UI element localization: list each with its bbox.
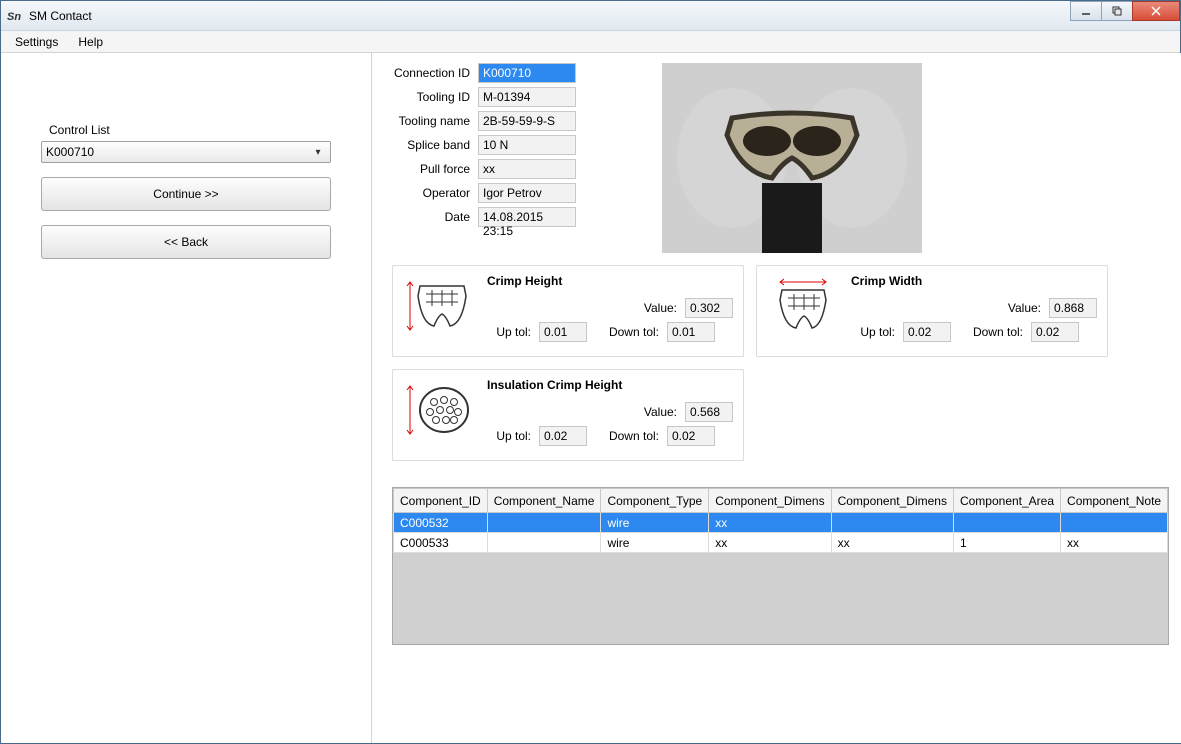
window-controls xyxy=(1071,1,1180,21)
cell-type[interactable]: wire xyxy=(601,513,709,533)
cw-uptol-field[interactable]: 0.02 xyxy=(903,322,951,342)
info-fields: Connection IDK000710 Tooling IDM-01394 T… xyxy=(392,63,592,231)
control-list-dropdown[interactable]: K000710 ▾ xyxy=(41,141,331,163)
cell-area[interactable]: 1 xyxy=(953,533,1060,553)
tooling-id-label: Tooling ID xyxy=(392,90,478,104)
ch-uptol-field[interactable]: 0.01 xyxy=(539,322,587,342)
crimp-width-panel: Crimp Width Value: 0.868 Up tol: 0.02 Do xyxy=(756,265,1108,357)
right-panel: Connection IDK000710 Tooling IDM-01394 T… xyxy=(372,53,1181,743)
th-component-dim1[interactable]: Component_Dimens xyxy=(709,489,831,513)
measurement-panels: Crimp Height Value: 0.302 Up tol: 0.01 D xyxy=(392,265,1169,461)
crimp-photo xyxy=(662,63,922,253)
connection-id-label: Connection ID xyxy=(392,66,478,80)
control-list-value: K000710 xyxy=(46,145,310,159)
minimize-button[interactable] xyxy=(1070,1,1102,21)
connection-id-field[interactable]: K000710 xyxy=(478,63,576,83)
cell-id[interactable]: C000532 xyxy=(394,513,488,533)
table-row[interactable]: C000532 wire xx xyxy=(394,513,1168,533)
crimp-height-icon xyxy=(403,274,475,338)
ich-value-field[interactable]: 0.568 xyxy=(685,402,733,422)
cell-note[interactable]: xx xyxy=(1061,533,1168,553)
cell-d2[interactable] xyxy=(831,513,953,533)
left-panel: Control List K000710 ▾ Continue >> << Ba… xyxy=(1,53,372,743)
cell-name[interactable] xyxy=(487,513,601,533)
client-area: Control List K000710 ▾ Continue >> << Ba… xyxy=(1,53,1180,743)
operator-field[interactable]: Igor Petrov xyxy=(478,183,576,203)
menu-settings[interactable]: Settings xyxy=(5,33,68,51)
maximize-button[interactable] xyxy=(1101,1,1133,21)
svg-text:Sn: Sn xyxy=(7,11,21,23)
cw-downtol-field[interactable]: 0.02 xyxy=(1031,322,1079,342)
menu-help[interactable]: Help xyxy=(68,33,113,51)
tooling-name-field[interactable]: 2B-59-59-9-S xyxy=(478,111,576,131)
date-field[interactable]: 14.08.2015 23:15 xyxy=(478,207,576,227)
cell-d2[interactable]: xx xyxy=(831,533,953,553)
ch-downtol-label: Down tol: xyxy=(599,325,659,339)
th-component-dim2[interactable]: Component_Dimens xyxy=(831,489,953,513)
cell-note[interactable] xyxy=(1061,513,1168,533)
tooling-name-label: Tooling name xyxy=(392,114,478,128)
cw-value-label: Value: xyxy=(981,301,1041,315)
table-header-row: Component_ID Component_Name Component_Ty… xyxy=(394,489,1168,513)
cell-type[interactable]: wire xyxy=(601,533,709,553)
pull-force-field[interactable]: xx xyxy=(478,159,576,179)
ch-downtol-field[interactable]: 0.01 xyxy=(667,322,715,342)
cell-id[interactable]: C000533 xyxy=(394,533,488,553)
close-button[interactable] xyxy=(1132,1,1180,21)
tooling-id-field[interactable]: M-01394 xyxy=(478,87,576,107)
components-table-wrap[interactable]: Component_ID Component_Name Component_Ty… xyxy=(392,487,1169,645)
cell-area[interactable] xyxy=(953,513,1060,533)
crimp-height-panel: Crimp Height Value: 0.302 Up tol: 0.01 D xyxy=(392,265,744,357)
th-component-name[interactable]: Component_Name xyxy=(487,489,601,513)
insulation-crimp-height-icon xyxy=(403,378,475,442)
back-button[interactable]: << Back xyxy=(41,225,331,259)
cw-uptol-label: Up tol: xyxy=(851,325,895,339)
th-component-area[interactable]: Component_Area xyxy=(953,489,1060,513)
cell-d1[interactable]: xx xyxy=(709,513,831,533)
menubar: Settings Help xyxy=(1,31,1180,53)
cw-downtol-label: Down tol: xyxy=(963,325,1023,339)
info-block: Connection IDK000710 Tooling IDM-01394 T… xyxy=(392,63,1169,253)
chevron-down-icon: ▾ xyxy=(310,147,326,158)
titlebar[interactable]: Sn SM Contact xyxy=(1,1,1180,31)
th-component-note[interactable]: Component_Note xyxy=(1061,489,1168,513)
date-label: Date xyxy=(392,210,478,224)
ich-downtol-label: Down tol: xyxy=(599,429,659,443)
ch-value-field[interactable]: 0.302 xyxy=(685,298,733,318)
cell-d1[interactable]: xx xyxy=(709,533,831,553)
insulation-crimp-height-panel: Insulation Crimp Height Value: 0.568 Up … xyxy=(392,369,744,461)
splice-band-field[interactable]: 10 N xyxy=(478,135,576,155)
ins-crimp-height-title: Insulation Crimp Height xyxy=(487,378,733,392)
th-component-id[interactable]: Component_ID xyxy=(394,489,488,513)
app-icon: Sn xyxy=(7,8,23,24)
ich-uptol-label: Up tol: xyxy=(487,429,531,443)
control-list-label: Control List xyxy=(49,123,331,137)
ich-downtol-field[interactable]: 0.02 xyxy=(667,426,715,446)
components-table[interactable]: Component_ID Component_Name Component_Ty… xyxy=(393,488,1168,553)
ich-uptol-field[interactable]: 0.02 xyxy=(539,426,587,446)
cw-value-field[interactable]: 0.868 xyxy=(1049,298,1097,318)
ich-value-label: Value: xyxy=(617,405,677,419)
pull-force-label: Pull force xyxy=(392,162,478,176)
ch-value-label: Value: xyxy=(617,301,677,315)
crimp-width-title: Crimp Width xyxy=(851,274,1097,288)
splice-band-label: Splice band xyxy=(392,138,478,152)
crimp-height-title: Crimp Height xyxy=(487,274,733,288)
th-component-type[interactable]: Component_Type xyxy=(601,489,709,513)
crimp-width-icon xyxy=(767,274,839,338)
operator-label: Operator xyxy=(392,186,478,200)
app-window: Sn SM Contact Settings Help Control List… xyxy=(0,0,1181,744)
window-title: SM Contact xyxy=(29,9,92,23)
ch-uptol-label: Up tol: xyxy=(487,325,531,339)
table-row[interactable]: C000533 wire xx xx 1 xx xyxy=(394,533,1168,553)
continue-button[interactable]: Continue >> xyxy=(41,177,331,211)
cell-name[interactable] xyxy=(487,533,601,553)
